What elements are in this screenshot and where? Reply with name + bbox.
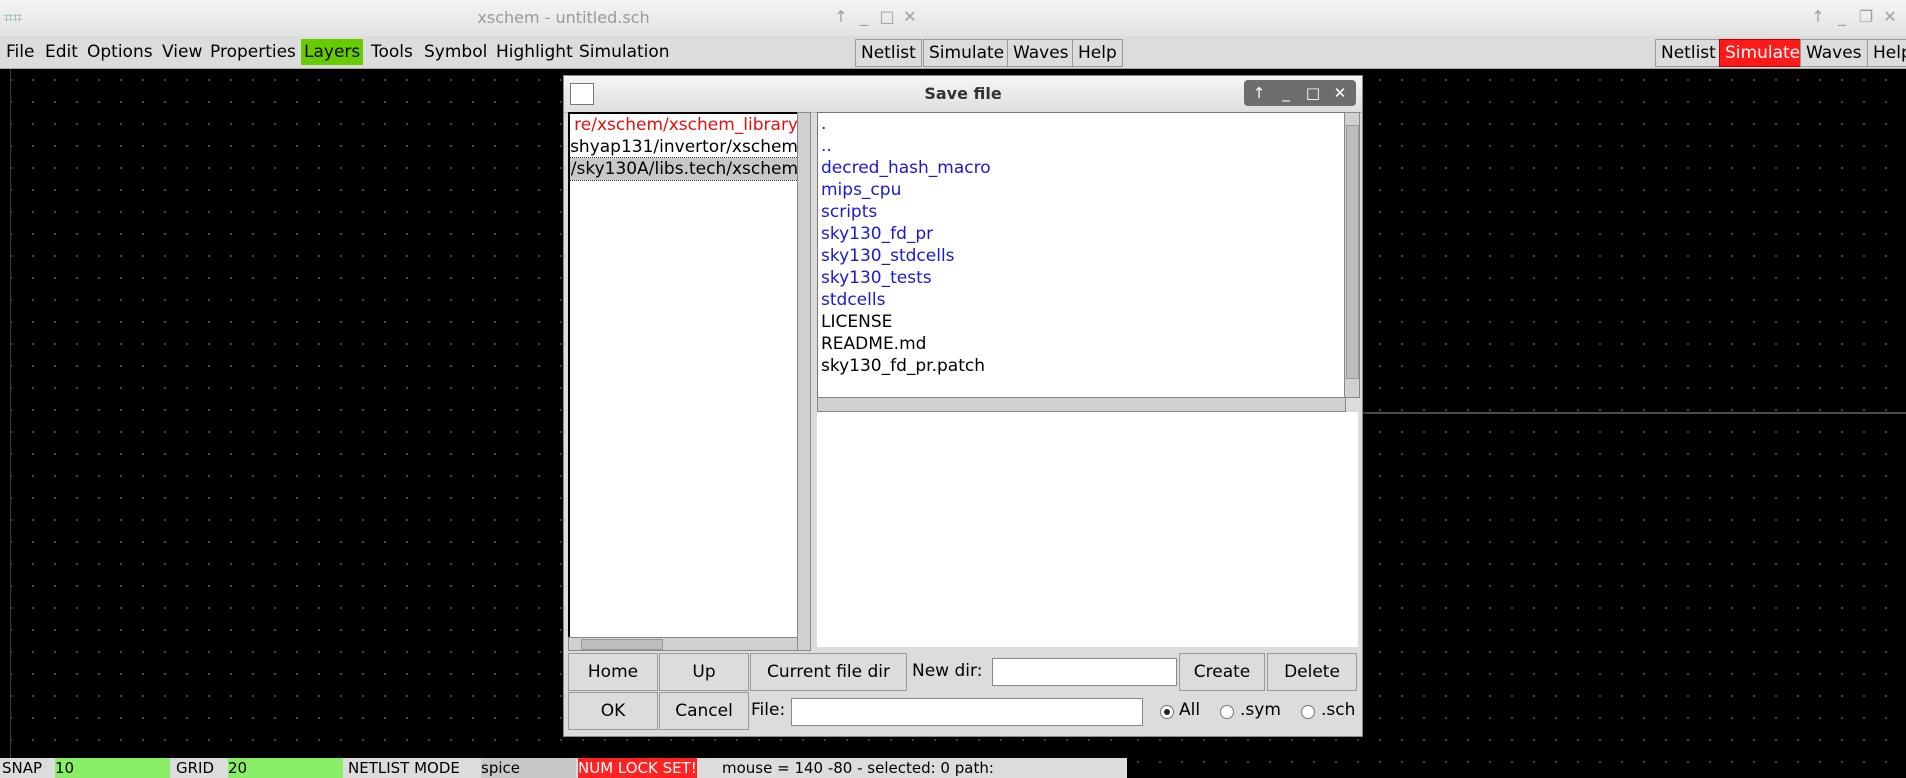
up-button[interactable]: Up bbox=[659, 653, 749, 691]
create-button[interactable]: Create bbox=[1179, 653, 1265, 691]
filter-sym-radio[interactable] bbox=[1220, 705, 1234, 719]
menu-properties[interactable]: Properties bbox=[207, 39, 299, 65]
help-button[interactable]: Help bbox=[1072, 39, 1123, 67]
maximize-icon[interactable]: □ bbox=[1302, 82, 1324, 104]
window-titlebar: ⌗⌗ xschem - untitled.sch ↑ _ □ ✕ bbox=[0, 0, 1127, 37]
netlist-mode-value[interactable]: spice bbox=[481, 758, 576, 778]
snap-value[interactable]: 10 bbox=[55, 758, 170, 778]
file-item[interactable]: .. bbox=[821, 135, 832, 157]
filter-all-label[interactable]: All bbox=[1179, 692, 1200, 728]
delete-button[interactable]: Delete bbox=[1267, 653, 1357, 691]
ok-button[interactable]: OK bbox=[568, 692, 658, 730]
netlist-button-right[interactable]: Netlist bbox=[1655, 39, 1722, 67]
home-button[interactable]: Home bbox=[568, 653, 658, 691]
file-item[interactable]: sky130_stdcells bbox=[821, 245, 955, 267]
file-item[interactable]: sky130_fd_pr.patch bbox=[821, 355, 985, 377]
current-file-dir-button[interactable]: Current file dir bbox=[750, 653, 907, 691]
menubar: File Edit Options View Properties Layers… bbox=[0, 36, 1127, 69]
keep-above-icon[interactable]: ↑ bbox=[1807, 6, 1829, 28]
directory-vscrollbar[interactable] bbox=[797, 112, 811, 651]
grid-value[interactable]: 20 bbox=[228, 758, 343, 778]
filter-sym-label[interactable]: .sym bbox=[1240, 692, 1281, 728]
snap-label: SNAP bbox=[2, 759, 43, 777]
minimize-icon[interactable]: _ bbox=[853, 6, 875, 28]
help-button-right[interactable]: Help bbox=[1867, 39, 1906, 67]
restore-icon[interactable]: ❐ bbox=[1855, 6, 1877, 28]
new-dir-input[interactable] bbox=[992, 658, 1177, 686]
menu-options[interactable]: Options bbox=[84, 39, 156, 65]
close-icon[interactable]: ✕ bbox=[899, 6, 921, 28]
file-item[interactable]: LICENSE bbox=[821, 311, 892, 333]
numlock-indicator: NUM LOCK SET! bbox=[578, 758, 697, 778]
dir-item[interactable]: shyap131/invertor/xschem bbox=[570, 136, 798, 158]
menu-tools[interactable]: Tools bbox=[368, 39, 416, 65]
file-item[interactable]: sky130_tests bbox=[821, 267, 932, 289]
minimize-icon[interactable]: _ bbox=[1275, 82, 1297, 104]
netlist-button[interactable]: Netlist bbox=[855, 39, 922, 67]
close-icon[interactable]: ✕ bbox=[1329, 82, 1351, 104]
file-hscrollbar[interactable] bbox=[817, 397, 1346, 412]
filter-all-radio[interactable] bbox=[1160, 705, 1174, 719]
menu-layers[interactable]: Layers bbox=[301, 39, 364, 65]
file-item[interactable]: scripts bbox=[821, 201, 877, 223]
keep-above-icon[interactable]: ↑ bbox=[1248, 82, 1270, 104]
file-item[interactable]: sky130_fd_pr bbox=[821, 223, 933, 245]
dialog-title: Save file bbox=[924, 84, 1002, 103]
file-item[interactable]: stdcells bbox=[821, 289, 885, 311]
simulate-button[interactable]: Simulate bbox=[923, 39, 1011, 67]
keep-above-icon[interactable]: ↑ bbox=[830, 6, 852, 28]
file-label: File: bbox=[751, 700, 786, 720]
statusbar: SNAP 10 GRID 20 NETLIST MODE spice NUM L… bbox=[0, 758, 1127, 778]
simulate-button-right[interactable]: Simulate bbox=[1719, 39, 1807, 67]
filter-sch-label[interactable]: .sch bbox=[1321, 692, 1355, 728]
scroll-thumb[interactable] bbox=[1346, 125, 1359, 379]
scroll-thumb[interactable] bbox=[581, 639, 663, 650]
menu-view[interactable]: View bbox=[159, 39, 205, 65]
file-item[interactable]: README.md bbox=[821, 333, 926, 355]
directory-list[interactable]: re/xschem/xschem_library shyap131/invert… bbox=[568, 112, 800, 639]
menu-edit[interactable]: Edit bbox=[42, 39, 81, 65]
file-name-input[interactable] bbox=[791, 698, 1143, 726]
new-dir-label: New dir: bbox=[912, 661, 983, 681]
file-item[interactable]: decred_hash_macro bbox=[821, 157, 991, 179]
file-item[interactable]: mips_cpu bbox=[821, 179, 901, 201]
window-title: xschem - untitled.sch bbox=[477, 8, 650, 27]
waves-button[interactable]: Waves bbox=[1007, 39, 1075, 67]
menubar-right: Netlist Simulate Waves Help bbox=[1127, 36, 1906, 69]
menu-file[interactable]: File bbox=[3, 39, 37, 65]
netlist-mode-label: NETLIST MODE bbox=[348, 759, 460, 777]
save-file-dialog: Save file ↑ _ □ ✕ re/xschem/xschem_libra… bbox=[563, 75, 1363, 737]
file-list[interactable]: . .. decred_hash_macro mips_cpu scripts … bbox=[817, 112, 1346, 398]
menu-highlight[interactable]: Highlight bbox=[493, 39, 576, 65]
preview-area bbox=[817, 412, 1358, 647]
filter-sch-radio[interactable] bbox=[1301, 705, 1315, 719]
close-icon[interactable]: ✕ bbox=[1879, 6, 1901, 28]
window-titlebar-right: ↑ _ ❐ ✕ bbox=[1127, 0, 1906, 37]
grid-label: GRID bbox=[176, 759, 215, 777]
status-info: mouse = 140 -80 - selected: 0 path: bbox=[722, 759, 994, 777]
file-item[interactable]: . bbox=[821, 113, 826, 135]
dir-item-selected[interactable]: /sky130A/libs.tech/xschem bbox=[570, 157, 798, 181]
file-vscrollbar[interactable] bbox=[1344, 112, 1360, 398]
menu-symbol[interactable]: Symbol bbox=[421, 39, 490, 65]
menu-simulation[interactable]: Simulation bbox=[576, 39, 673, 65]
dialog-window-controls: ↑ _ □ ✕ bbox=[1244, 80, 1356, 106]
cancel-button[interactable]: Cancel bbox=[659, 692, 749, 730]
dir-item[interactable]: re/xschem/xschem_library bbox=[570, 114, 798, 136]
dialog-titlebar: Save file ↑ _ □ ✕ bbox=[564, 76, 1362, 113]
waves-button-right[interactable]: Waves bbox=[1800, 39, 1868, 67]
canvas-origin-axis bbox=[10, 69, 11, 767]
minimize-icon[interactable]: _ bbox=[1831, 6, 1853, 28]
directory-hscrollbar[interactable] bbox=[568, 637, 798, 651]
maximize-icon[interactable]: □ bbox=[876, 6, 898, 28]
